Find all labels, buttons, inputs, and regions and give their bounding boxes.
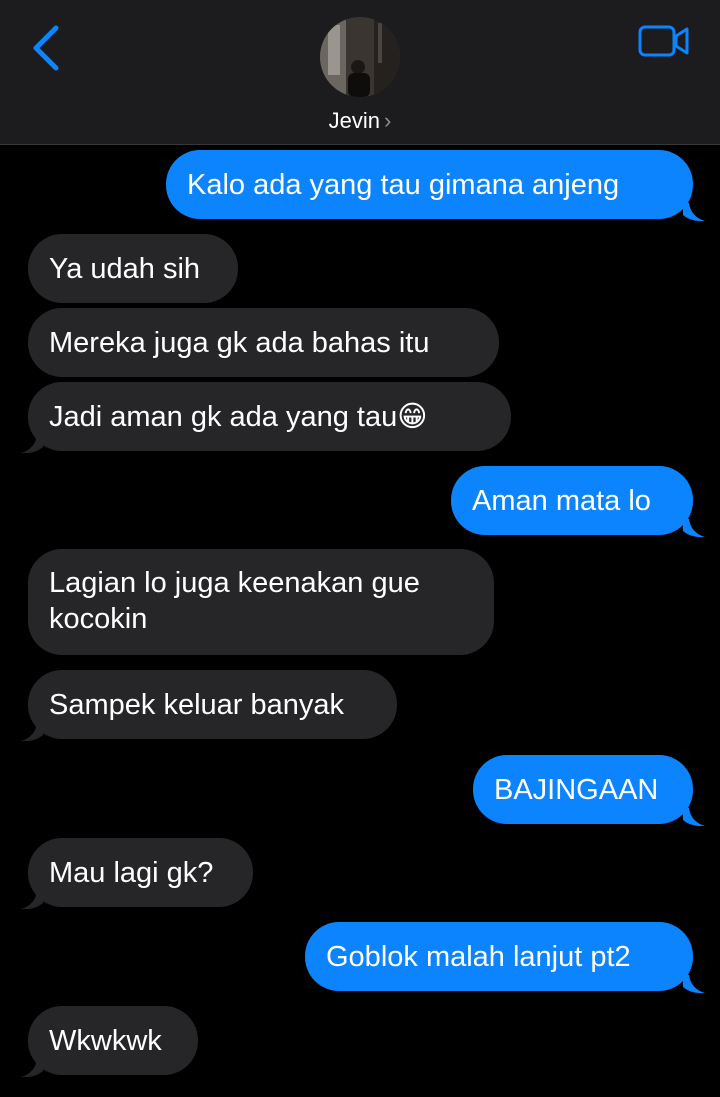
bubble-tail — [683, 808, 705, 826]
message-bubble-incoming[interactable]: Lagian lo juga keenakan gue kocokin — [28, 549, 494, 655]
bubble-tail — [683, 975, 705, 993]
bubble-tail — [21, 435, 43, 453]
contact-name-button[interactable]: Jevin › — [0, 108, 720, 134]
chevron-right-icon: › — [384, 108, 392, 133]
message-bubble-outgoing[interactable]: Kalo ada yang tau gimana anjeng — [166, 150, 693, 219]
bubble-tail — [21, 723, 43, 741]
message-bubble-incoming[interactable]: Mereka juga gk ada bahas itu — [28, 308, 499, 377]
message-text: Sampek keluar banyak — [49, 688, 344, 721]
message-text: Wkwkwk — [49, 1024, 162, 1057]
contact-name: Jevin — [328, 108, 381, 133]
chevron-left-icon[interactable] — [28, 22, 68, 74]
avatar[interactable] — [320, 17, 400, 97]
message-bubble-outgoing[interactable]: Goblok malah lanjut pt2 — [305, 922, 693, 991]
message-thread[interactable]: Kalo ada yang tau gimana anjeng Ya udah … — [0, 145, 720, 1097]
message-bubble-outgoing[interactable]: BAJINGAAN — [473, 755, 693, 824]
message-text: Goblok malah lanjut pt2 — [326, 940, 631, 973]
message-bubble-incoming[interactable]: Wkwkwk — [28, 1006, 198, 1075]
message-text: Jadi aman gk ada yang tau😁 — [49, 400, 428, 433]
message-bubble-incoming[interactable]: Sampek keluar banyak — [28, 670, 397, 739]
message-bubble-incoming[interactable]: Ya udah sih — [28, 234, 238, 303]
avatar-photo — [320, 17, 400, 97]
bubble-tail — [683, 519, 705, 537]
message-text: Lagian lo juga keenakan gue kocokin — [49, 567, 420, 635]
message-text: Mereka juga gk ada bahas itu — [49, 326, 430, 359]
message-bubble-outgoing[interactable]: Aman mata lo — [451, 466, 693, 535]
message-bubble-incoming[interactable]: Mau lagi gk? — [28, 838, 253, 907]
message-text: Kalo ada yang tau gimana anjeng — [187, 168, 620, 201]
chat-header: Jevin › — [0, 0, 720, 145]
bubble-tail — [21, 891, 43, 909]
message-text: Aman mata lo — [472, 484, 651, 517]
message-text: Mau lagi gk? — [49, 856, 214, 889]
video-camera-icon[interactable] — [638, 24, 690, 58]
bubble-tail — [683, 203, 705, 221]
message-text: Ya udah sih — [49, 252, 201, 285]
bubble-tail — [21, 1059, 43, 1077]
message-bubble-incoming[interactable]: Jadi aman gk ada yang tau😁 — [28, 382, 511, 451]
message-text: BAJINGAAN — [494, 773, 659, 806]
